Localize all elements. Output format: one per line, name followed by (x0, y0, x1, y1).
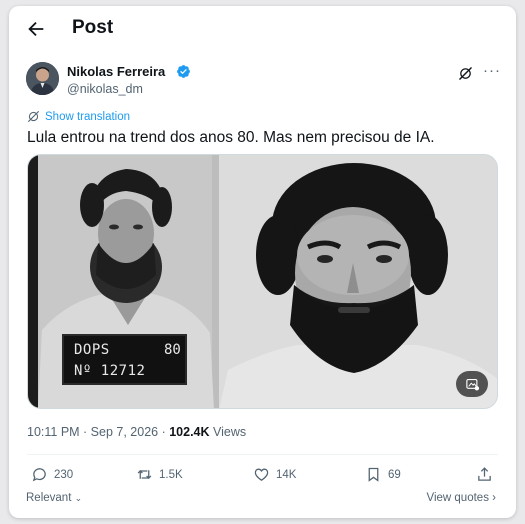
author-handle[interactable]: @nikolas_dm (67, 82, 143, 96)
verified-badge-icon (177, 65, 190, 78)
board-line2: Nº 12712 (74, 363, 146, 379)
page-title: Post (72, 17, 114, 38)
chevron-right-icon: › (492, 492, 496, 504)
mugshot-board: DOPS 80 Nº 12712 (62, 334, 187, 385)
board-line1-left: DOPS (74, 342, 110, 358)
bookmark-count: 69 (388, 468, 401, 481)
bookmark-button[interactable]: 69 (365, 466, 401, 483)
view-quotes-label: View quotes (426, 492, 489, 504)
repost-button[interactable]: 1.5K (136, 466, 183, 483)
reply-footer: Relevant ⌄ View quotes › (9, 492, 516, 510)
reply-count: 230 (54, 468, 74, 481)
image-edit-icon (465, 378, 479, 390)
heart-icon (254, 468, 269, 481)
like-button[interactable]: 14K (253, 466, 296, 483)
post-text: Lula entrou na trend dos anos 80. Mas ne… (27, 129, 435, 146)
author-name[interactable]: Nikolas Ferreira (67, 64, 165, 79)
reply-icon (32, 468, 46, 482)
share-button[interactable] (476, 466, 499, 483)
post-meta: 10:11 PM · Sep 7, 2026 · 102.4K Views (27, 425, 246, 439)
post-time-date[interactable]: 10:11 PM · Sep 7, 2026 · (27, 425, 169, 439)
grok-icon[interactable] (458, 66, 473, 81)
grok-small-icon (28, 111, 39, 122)
more-options-icon[interactable]: ··· (483, 63, 501, 78)
divider (27, 454, 498, 455)
show-translation-link[interactable]: Show translation (27, 110, 130, 123)
image-options-button[interactable] (456, 371, 488, 397)
share-icon (478, 467, 491, 481)
post-media[interactable]: DOPS 80 Nº 12712 (27, 154, 498, 409)
board-line1-right: 80 (164, 342, 181, 358)
post-card: Post Nikolas Ferreira @nikolas_dm ··· Sh… (9, 6, 516, 518)
bookmark-icon (368, 467, 379, 482)
avatar[interactable] (26, 62, 59, 95)
top-bar: Post (9, 6, 516, 52)
view-quotes-link[interactable]: View quotes › (427, 492, 497, 504)
views-count: 102.4K (169, 425, 210, 439)
show-translation-label: Show translation (45, 110, 131, 123)
like-count: 14K (276, 468, 297, 481)
sort-replies-dropdown[interactable]: Relevant ⌄ (26, 492, 82, 504)
action-bar: 230 1.5K 14K 69 (9, 466, 516, 490)
sort-label: Relevant (26, 492, 72, 504)
arrow-left-icon[interactable] (25, 18, 47, 40)
chevron-down-icon: ⌄ (74, 493, 83, 503)
repost-icon (137, 470, 152, 479)
repost-count: 1.5K (159, 468, 183, 481)
views-label: Views (209, 425, 247, 439)
reply-button[interactable]: 230 (31, 466, 73, 483)
